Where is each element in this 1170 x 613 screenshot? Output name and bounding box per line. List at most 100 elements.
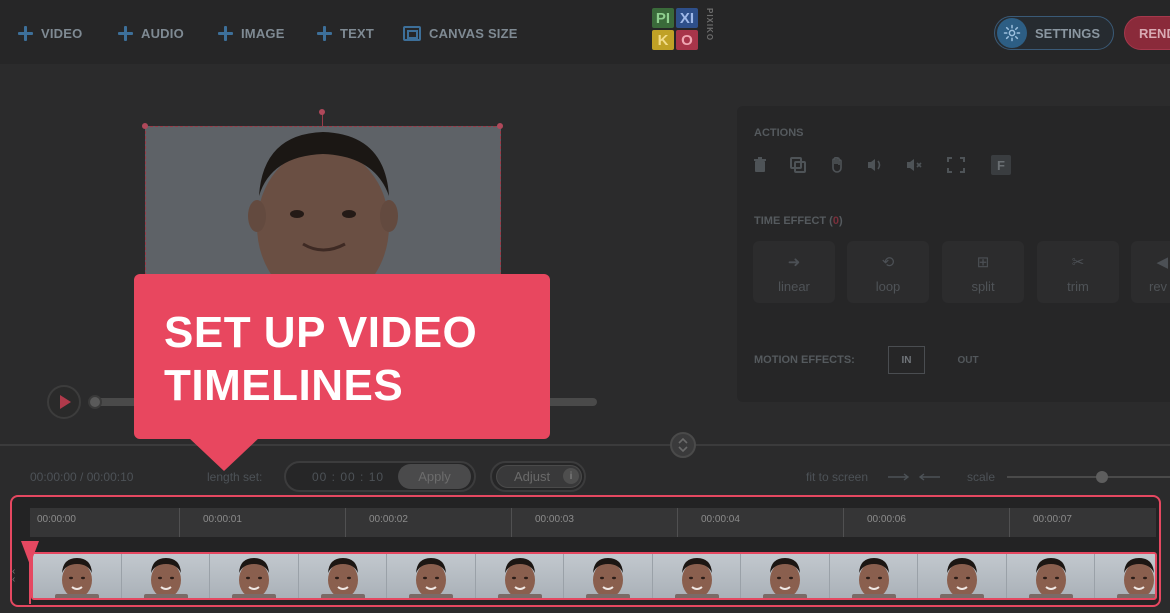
- plus-icon: [18, 25, 33, 41]
- loop-icon: ⟲: [881, 254, 895, 271]
- canvas-size-label: CANVAS SIZE: [429, 25, 518, 41]
- time-effect-trim[interactable]: ✂ trim: [1037, 241, 1119, 303]
- ruler-tick: 00:00:00: [37, 514, 76, 525]
- scale-label: scale: [967, 470, 996, 484]
- ruler-tick: 00:00:03: [511, 508, 574, 537]
- add-audio-label: AUDIO: [141, 25, 184, 41]
- video-thumbnail: [475, 554, 564, 598]
- ruler-tick: 00:00:04: [677, 508, 740, 537]
- video-editor: VIDEO AUDIO IMAGE TEXT CANVAS SIZE PI XI…: [0, 0, 1170, 613]
- video-track-clip[interactable]: [31, 552, 1157, 600]
- add-image-button[interactable]: IMAGE: [218, 22, 285, 44]
- plus-icon: [317, 25, 332, 41]
- time-effect-paren: ): [838, 215, 843, 227]
- time-effect-label: TIME EFFECT (0): [754, 215, 843, 227]
- scale-slider-knob[interactable]: [1096, 471, 1108, 483]
- resize-divider-handle[interactable]: [670, 432, 696, 458]
- arrow-right-icon: ➜: [787, 254, 801, 271]
- render-button[interactable]: REND: [1124, 16, 1170, 50]
- callout-line-2: TIMELINES: [164, 361, 404, 410]
- hand-icon[interactable]: [828, 156, 846, 174]
- logo-cell: XI: [676, 8, 698, 28]
- resize-handle-top-right[interactable]: [497, 123, 503, 129]
- add-text-button[interactable]: TEXT: [317, 22, 374, 44]
- video-thumbnail: [829, 554, 918, 598]
- playhead-line: [29, 548, 31, 604]
- add-text-label: TEXT: [340, 25, 375, 41]
- fullscreen-icon[interactable]: [947, 156, 965, 174]
- video-thumbnail: [564, 554, 653, 598]
- add-image-label: IMAGE: [241, 25, 285, 41]
- track-reorder-icon[interactable]: ‹ ‹: [12, 567, 15, 585]
- video-thumbnail: [33, 554, 122, 598]
- time-effect-linear[interactable]: ➜ linear: [753, 241, 835, 303]
- ruler-tick: 00:00:06: [843, 508, 906, 537]
- render-label: REND: [1139, 25, 1170, 41]
- ruler-tick: 00:00:02: [345, 508, 408, 537]
- info-icon[interactable]: i: [563, 468, 579, 484]
- ruler-tick: 00:00:01: [179, 508, 242, 537]
- split-icon: ⊞: [976, 254, 990, 271]
- time-effect-trim-label: trim: [1067, 279, 1089, 294]
- gear-icon: [997, 18, 1027, 48]
- time-effect-reverse-label: rev: [1149, 279, 1168, 294]
- time-effect-split[interactable]: ⊞ split: [942, 241, 1024, 303]
- trash-icon[interactable]: [751, 156, 769, 174]
- video-thumbnail: [1095, 554, 1155, 598]
- length-value[interactable]: 00 : 00 : 10: [312, 470, 384, 484]
- length-set-label: length set:: [207, 470, 263, 484]
- time-effect-split-label: split: [971, 279, 995, 294]
- time-readout: 00:00:00 / 00:00:10: [30, 470, 134, 484]
- motion-effects-label: MOTION EFFECTS:: [754, 354, 855, 366]
- canvas-size-button[interactable]: CANVAS SIZE: [403, 22, 518, 44]
- video-thumbnail: [918, 554, 1007, 598]
- logo-wordmark: PIXIKO: [705, 8, 714, 42]
- video-thumbnail: [741, 554, 830, 598]
- fit-to-screen-icon[interactable]: [888, 473, 940, 481]
- fit-to-screen-label[interactable]: fit to screen: [806, 470, 868, 484]
- duplicate-icon[interactable]: [789, 156, 807, 174]
- video-thumbnail: [298, 554, 387, 598]
- seek-knob[interactable]: [88, 395, 102, 409]
- logo-cell: PI: [652, 8, 674, 28]
- panel-divider[interactable]: [0, 444, 1170, 446]
- f-icon[interactable]: F: [991, 155, 1011, 175]
- video-thumbnail: [1006, 554, 1095, 598]
- resize-handle-top-left[interactable]: [142, 123, 148, 129]
- canvas-icon: [403, 25, 421, 41]
- chevron-updown-icon: [678, 438, 688, 452]
- apply-button[interactable]: Apply: [398, 464, 471, 489]
- time-effect-reverse[interactable]: ◀ rev: [1131, 241, 1170, 303]
- callout-pointer: [188, 437, 260, 471]
- volume-mute-icon[interactable]: [905, 156, 923, 174]
- scissors-icon: ✂: [1071, 254, 1085, 271]
- motion-in-tab[interactable]: IN: [888, 346, 925, 374]
- add-video-label: VIDEO: [41, 25, 83, 41]
- time-effect-loop-label: loop: [875, 279, 901, 294]
- settings-label: SETTINGS: [1035, 25, 1101, 41]
- video-thumbnail: [210, 554, 299, 598]
- top-toolbar: VIDEO AUDIO IMAGE TEXT CANVAS SIZE PI XI…: [0, 0, 1170, 64]
- time-effect-title: TIME EFFECT (: [754, 215, 833, 227]
- actions-label: ACTIONS: [754, 127, 804, 139]
- video-thumbnail: [387, 554, 476, 598]
- reverse-icon: ◀: [1156, 254, 1168, 271]
- settings-button[interactable]: SETTINGS: [994, 16, 1114, 50]
- play-button[interactable]: [47, 385, 81, 419]
- scale-slider[interactable]: [1007, 476, 1170, 478]
- volume-up-icon[interactable]: [866, 156, 884, 174]
- ruler-tick: 00:00:07: [1009, 508, 1072, 537]
- video-thumbnail: [652, 554, 741, 598]
- plus-icon: [118, 25, 133, 41]
- plus-icon: [218, 25, 233, 41]
- adjust-label: Adjust: [514, 469, 551, 484]
- rotate-handle[interactable]: [319, 109, 325, 115]
- motion-out-tab[interactable]: OUT: [953, 346, 983, 374]
- add-audio-button[interactable]: AUDIO: [118, 22, 184, 44]
- add-video-button[interactable]: VIDEO: [18, 22, 82, 44]
- logo-cell: K: [652, 30, 674, 50]
- play-icon: [60, 395, 71, 409]
- logo-cell: O: [676, 30, 698, 50]
- pixiko-logo: PI XI K O PIXIKO: [652, 8, 716, 52]
- time-effect-loop[interactable]: ⟲ loop: [847, 241, 929, 303]
